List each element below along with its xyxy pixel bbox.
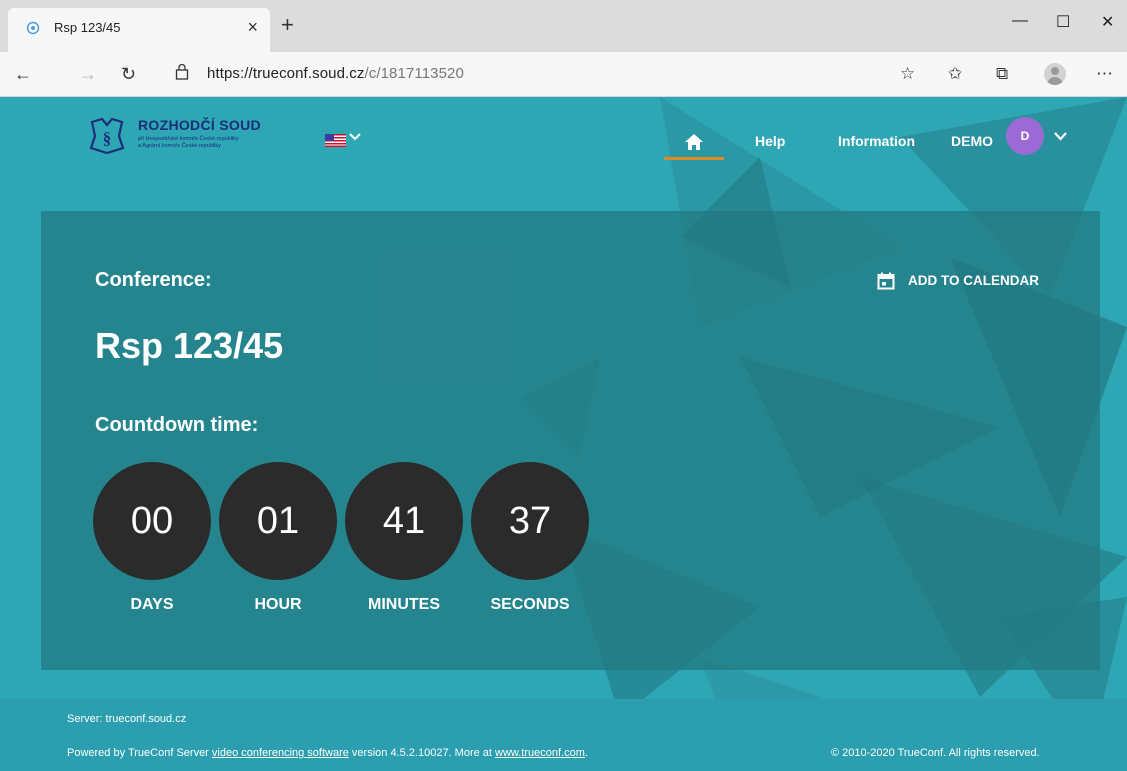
nav-home[interactable]	[664, 130, 724, 160]
add-to-calendar-label: ADD TO CALENDAR	[908, 273, 1039, 288]
us-flag-icon[interactable]	[325, 134, 346, 147]
footer-powered-prefix: Powered by TrueConf Server	[67, 747, 212, 759]
maximize-icon[interactable]: ☐	[1056, 12, 1070, 32]
footer-powered-suffix: .	[584, 747, 588, 759]
countdown-days-value: 00	[93, 462, 211, 580]
logo-subtitle: při Hospodářské komoře České republiky a…	[138, 136, 288, 150]
lock-icon[interactable]	[175, 63, 189, 86]
url-path: /c/1817113520	[364, 65, 464, 82]
user-avatar[interactable]: D	[1006, 117, 1044, 155]
countdown-minutes-label: MINUTES	[368, 596, 440, 613]
home-icon	[685, 134, 703, 150]
browser-tab[interactable]: Rsp 123/45 ×	[8, 8, 270, 52]
countdown-seconds-label: SECONDS	[490, 596, 570, 613]
address-bar[interactable]: https://trueconf.soud.cz/c/1817113520	[207, 65, 464, 82]
forward-arrow-icon[interactable]: →	[79, 64, 97, 84]
nav-information[interactable]: Information	[838, 133, 915, 149]
close-window-icon[interactable]: ✕	[1101, 12, 1114, 32]
conference-label: Conference:	[95, 269, 212, 291]
tab-title: Rsp 123/45	[54, 20, 121, 35]
countdown-label: Countdown time:	[95, 414, 259, 436]
close-tab-icon[interactable]: ×	[247, 17, 258, 37]
footer-powered-mid: version 4.5.2.10027. More at	[348, 747, 496, 759]
footer-copyright: © 2010-2020 TrueConf. All rights reserve…	[831, 747, 1040, 759]
browser-tab-strip: Rsp 123/45 × + — ☐ ✕	[0, 0, 1127, 52]
url-host: https://trueconf.soud.cz	[207, 65, 365, 82]
video-conferencing-link[interactable]: video conferencing software	[212, 747, 349, 759]
favorite-star-icon[interactable]: ☆	[900, 64, 915, 84]
countdown-hours-label: HOUR	[254, 596, 302, 613]
site-logo[interactable]: § ROZHODČÍ SOUD při Hospodářské komoře Č…	[86, 116, 286, 158]
user-menu-chevron-down-icon[interactable]	[1054, 128, 1067, 146]
language-chevron-down-icon[interactable]	[349, 130, 361, 144]
trueconf-page: § ROZHODČÍ SOUD při Hospodářské komoře Č…	[0, 97, 1127, 771]
more-menu-icon[interactable]: ⋯	[1096, 64, 1113, 84]
collections-icon[interactable]: ⧉	[996, 64, 1008, 84]
nav-help[interactable]: Help	[755, 133, 785, 149]
profile-avatar-icon[interactable]	[1044, 63, 1066, 85]
countdown-seconds-value: 37	[471, 462, 589, 580]
conference-card: Conference: Rsp 123/45 ADD TO CALENDAR C…	[41, 211, 1100, 670]
countdown-minutes-value: 41	[345, 462, 463, 580]
footer-powered-by: Powered by TrueConf Server video confere…	[67, 747, 588, 759]
trueconf-site-link[interactable]: www.trueconf.com	[495, 747, 585, 759]
conference-name: Rsp 123/45	[95, 325, 284, 366]
active-nav-indicator	[664, 157, 724, 160]
logo-subtitle-line-2: a Agrární komoře České republiky	[138, 143, 221, 149]
back-arrow-icon[interactable]: ←	[14, 64, 32, 84]
footer-server: Server: trueconf.soud.cz	[67, 713, 187, 725]
countdown-days-label: DAYS	[130, 596, 174, 613]
trueconf-favicon-icon	[26, 21, 40, 35]
favorites-list-icon[interactable]: ✩	[948, 64, 962, 84]
calendar-icon	[877, 272, 895, 290]
browser-toolbar: ← → ↻ https://trueconf.soud.cz/c/1817113…	[0, 52, 1127, 97]
refresh-icon[interactable]: ↻	[121, 64, 136, 84]
svg-text:§: §	[103, 129, 112, 148]
new-tab-icon[interactable]: +	[281, 14, 294, 36]
minimize-icon[interactable]: —	[1012, 12, 1028, 30]
nav-user-name[interactable]: DEMO	[951, 133, 993, 149]
page-footer: Server: trueconf.soud.cz Powered by True…	[0, 699, 1127, 771]
logo-title: ROZHODČÍ SOUD	[138, 117, 261, 133]
countdown-hours-value: 01	[219, 462, 337, 580]
logo-subtitle-line-1: při Hospodářské komoře České republiky	[138, 136, 239, 142]
logo-emblem-icon: §	[89, 117, 125, 155]
